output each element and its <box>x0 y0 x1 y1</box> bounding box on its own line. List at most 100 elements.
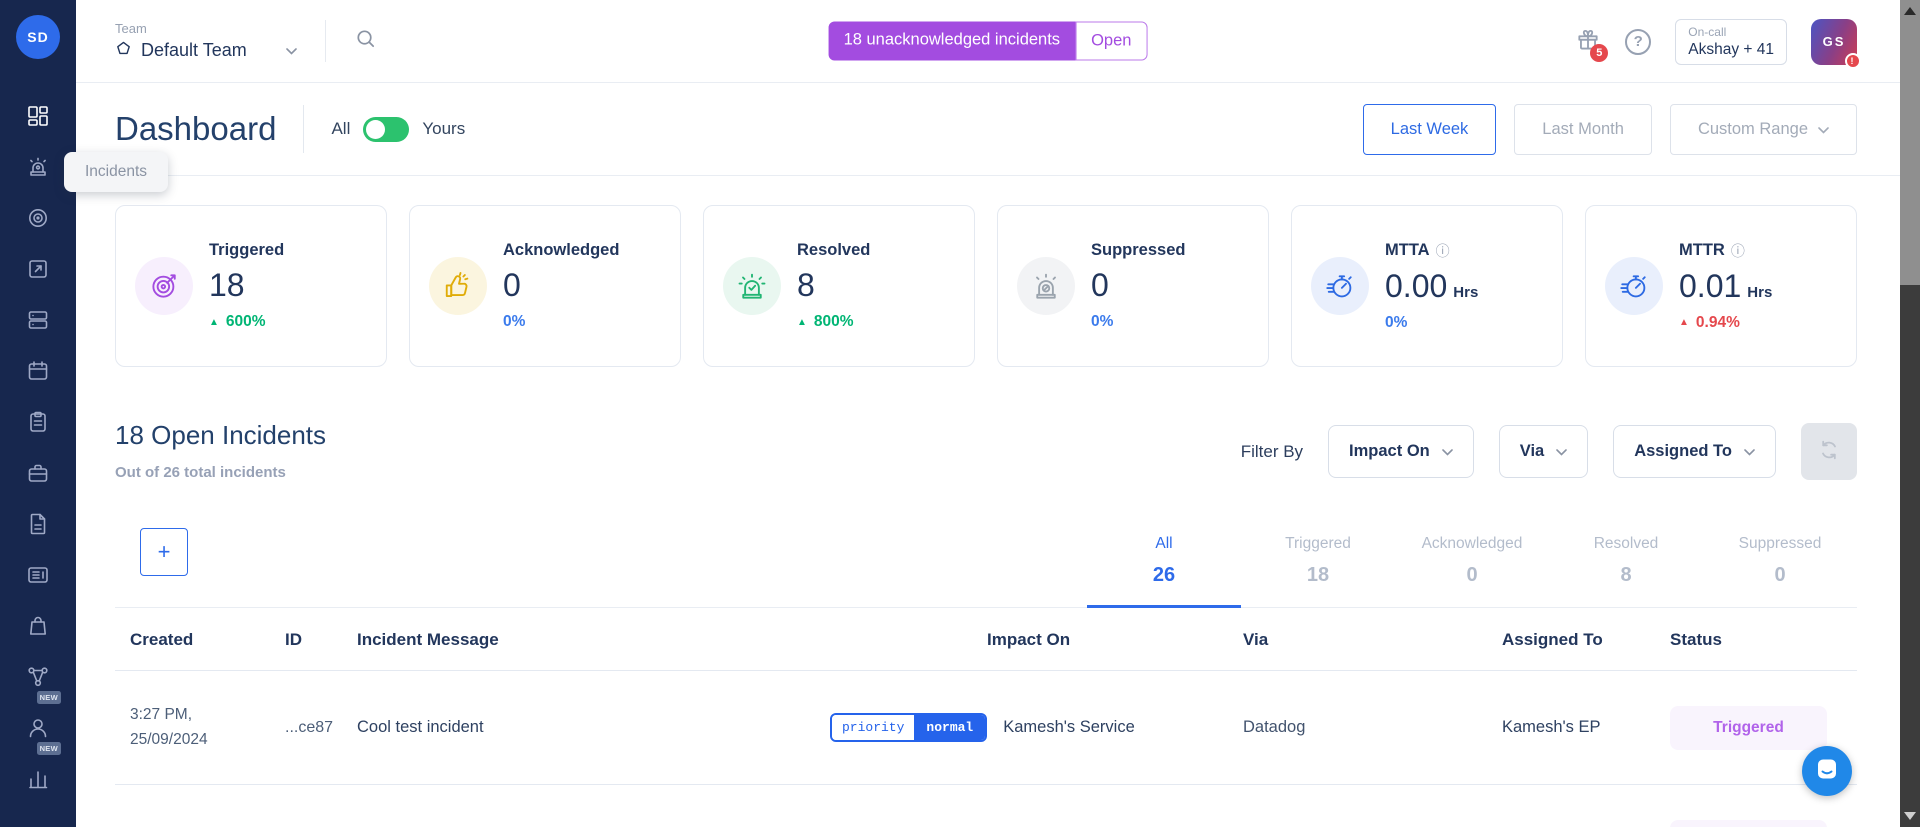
sidebar-item-reports[interactable] <box>25 513 51 539</box>
scroll-down-icon[interactable] <box>1904 812 1916 820</box>
toggle-label-all: All <box>331 119 350 139</box>
info-icon: ⓘ <box>1731 241 1745 261</box>
sidebar-item-postmortems[interactable] <box>25 462 51 488</box>
app-root: SD <box>0 0 1920 827</box>
tab-triggered[interactable]: Triggered 18 <box>1241 529 1395 608</box>
refresh-button[interactable] <box>1801 423 1857 480</box>
new-badge: NEW <box>37 742 61 755</box>
stopwatch-icon <box>1605 257 1663 315</box>
col-via: Via <box>1243 630 1502 650</box>
stat-value: 0 <box>1091 267 1185 304</box>
analytics-chart-icon <box>26 767 50 796</box>
sidebar-item-statuspage[interactable] <box>25 564 51 590</box>
col-status: Status <box>1670 630 1857 650</box>
add-incident-button[interactable]: + <box>140 528 188 576</box>
sidebar: SD <box>0 0 76 827</box>
tab-suppressed[interactable]: Suppressed 0 <box>1703 529 1857 608</box>
via-dropdown[interactable]: Via <box>1499 425 1588 478</box>
sidebar-item-oncall[interactable] <box>25 207 51 233</box>
chevron-down-icon <box>1442 442 1453 461</box>
oncall-value: Akshay + 41 <box>1688 41 1774 59</box>
user-avatar[interactable]: GS ! <box>1811 19 1857 65</box>
stat-trend: 0% <box>1385 314 1478 332</box>
postmortems-briefcase-icon <box>26 461 50 490</box>
oncall-target-icon <box>26 206 50 235</box>
whats-new-button[interactable]: 5 <box>1575 26 1601 57</box>
col-created: Created <box>130 630 285 650</box>
title-bar: Dashboard All Yours Last Week Last Month… <box>76 83 1900 176</box>
team-label: Team <box>115 21 297 36</box>
team-selector[interactable]: Team Default Team <box>76 21 297 62</box>
last-month-button[interactable]: Last Month <box>1514 104 1652 155</box>
top-header: Team Default Team 18 unacknowledged inci… <box>76 0 1900 83</box>
toggle-label-yours: Yours <box>422 119 465 139</box>
sidebar-item-incidents[interactable] <box>25 156 51 182</box>
sidebar-item-store[interactable] <box>25 615 51 641</box>
page-scrollbar[interactable] <box>1900 0 1920 827</box>
oncall-widget[interactable]: On-call Akshay + 41 <box>1675 19 1787 65</box>
sidebar-item-schedules[interactable] <box>25 360 51 386</box>
tab-all[interactable]: All 26 <box>1087 529 1241 608</box>
stat-value: 0.00Hrs <box>1385 268 1478 305</box>
users-person-icon <box>26 716 50 745</box>
custom-range-button[interactable]: Custom Range <box>1670 104 1857 155</box>
sidebar-item-services[interactable] <box>25 309 51 335</box>
chat-widget-button[interactable] <box>1802 746 1852 796</box>
unacknowledged-count-badge: 18 unacknowledged incidents <box>829 22 1076 61</box>
schedules-calendar-icon <box>26 359 50 388</box>
cell-created: 3:27 PM, 25/09/2024 <box>130 703 285 751</box>
scrollbar-thumb[interactable] <box>1900 0 1920 285</box>
col-id: ID <box>285 630 357 650</box>
table-row[interactable]: 4:50 PM, ...011c Cool test incident prio… <box>115 785 1857 827</box>
impact-on-dropdown[interactable]: Impact On <box>1328 425 1474 478</box>
tab-acknowledged[interactable]: Acknowledged 0 <box>1395 529 1549 608</box>
oncall-label: On-call <box>1688 25 1774 39</box>
stat-trend: ▲800% <box>797 313 870 331</box>
assigned-to-dropdown[interactable]: Assigned To <box>1613 425 1776 478</box>
table-row[interactable]: 3:27 PM, 25/09/2024 ...ce87 Cool test in… <box>115 671 1857 785</box>
stat-label: Suppressed <box>1091 241 1185 260</box>
escalation-link-icon <box>26 257 50 286</box>
cell-status: Triggered <box>1670 706 1857 750</box>
reports-file-icon <box>26 512 50 541</box>
open-incidents-section: 18 Open Incidents Out of 26 total incide… <box>115 420 1857 481</box>
sidebar-item-escalation[interactable] <box>25 258 51 284</box>
stat-trend: ▲600% <box>209 313 284 331</box>
unacknowledged-banner: 18 unacknowledged incidents Open <box>829 22 1148 61</box>
sidebar-item-dashboard[interactable] <box>25 105 51 131</box>
help-button[interactable]: ? <box>1625 29 1651 55</box>
sidebar-item-analytics[interactable] <box>25 768 51 794</box>
stat-label: MTTAⓘ <box>1385 241 1478 261</box>
cell-message: Cool test incident <box>357 718 830 737</box>
chevron-down-icon <box>1556 442 1567 461</box>
stat-trend: 0% <box>1091 313 1185 331</box>
stat-card-mtta: MTTAⓘ 0.00Hrs 0% <box>1291 205 1563 367</box>
stat-cards: Triggered 18 ▲600% Acknowledged 0 0% Res… <box>115 205 1857 367</box>
page-title: Dashboard <box>115 110 276 148</box>
tab-resolved[interactable]: Resolved 8 <box>1549 529 1703 608</box>
runbooks-clipboard-icon <box>26 410 50 439</box>
all-yours-toggle[interactable] <box>363 117 409 142</box>
stat-card-mttr: MTTRⓘ 0.01Hrs ▲0.94% <box>1585 205 1857 367</box>
stat-label: Acknowledged <box>503 241 619 260</box>
trend-up-icon: ▲ <box>209 317 219 328</box>
status-tabs: All 26 Triggered 18 Acknowledged 0 Resol… <box>1087 529 1857 608</box>
stat-label: Triggered <box>209 241 284 260</box>
sidebar-item-runbooks[interactable] <box>25 411 51 437</box>
cell-via: Datadog <box>1243 718 1502 737</box>
sidebar-item-workflows[interactable]: NEW <box>25 666 51 692</box>
services-stack-icon <box>26 308 50 337</box>
user-avatar-initials: GS <box>1823 34 1846 49</box>
status-badge: Triggered <box>1670 820 1827 827</box>
scroll-up-icon[interactable] <box>1904 7 1916 15</box>
org-avatar[interactable]: SD <box>16 15 60 59</box>
tabs-row: + All 26 Triggered 18 Acknowledged 0 Res… <box>115 520 1857 608</box>
incidents-tooltip: Incidents <box>64 152 168 192</box>
open-incidents-button[interactable]: Open <box>1075 22 1147 61</box>
search-icon[interactable] <box>354 27 377 55</box>
sidebar-item-users[interactable]: NEW <box>25 717 51 743</box>
info-icon: ⓘ <box>1436 241 1450 261</box>
chevron-down-icon <box>286 42 297 60</box>
stopwatch-icon <box>1311 257 1369 315</box>
last-week-button[interactable]: Last Week <box>1363 104 1497 155</box>
